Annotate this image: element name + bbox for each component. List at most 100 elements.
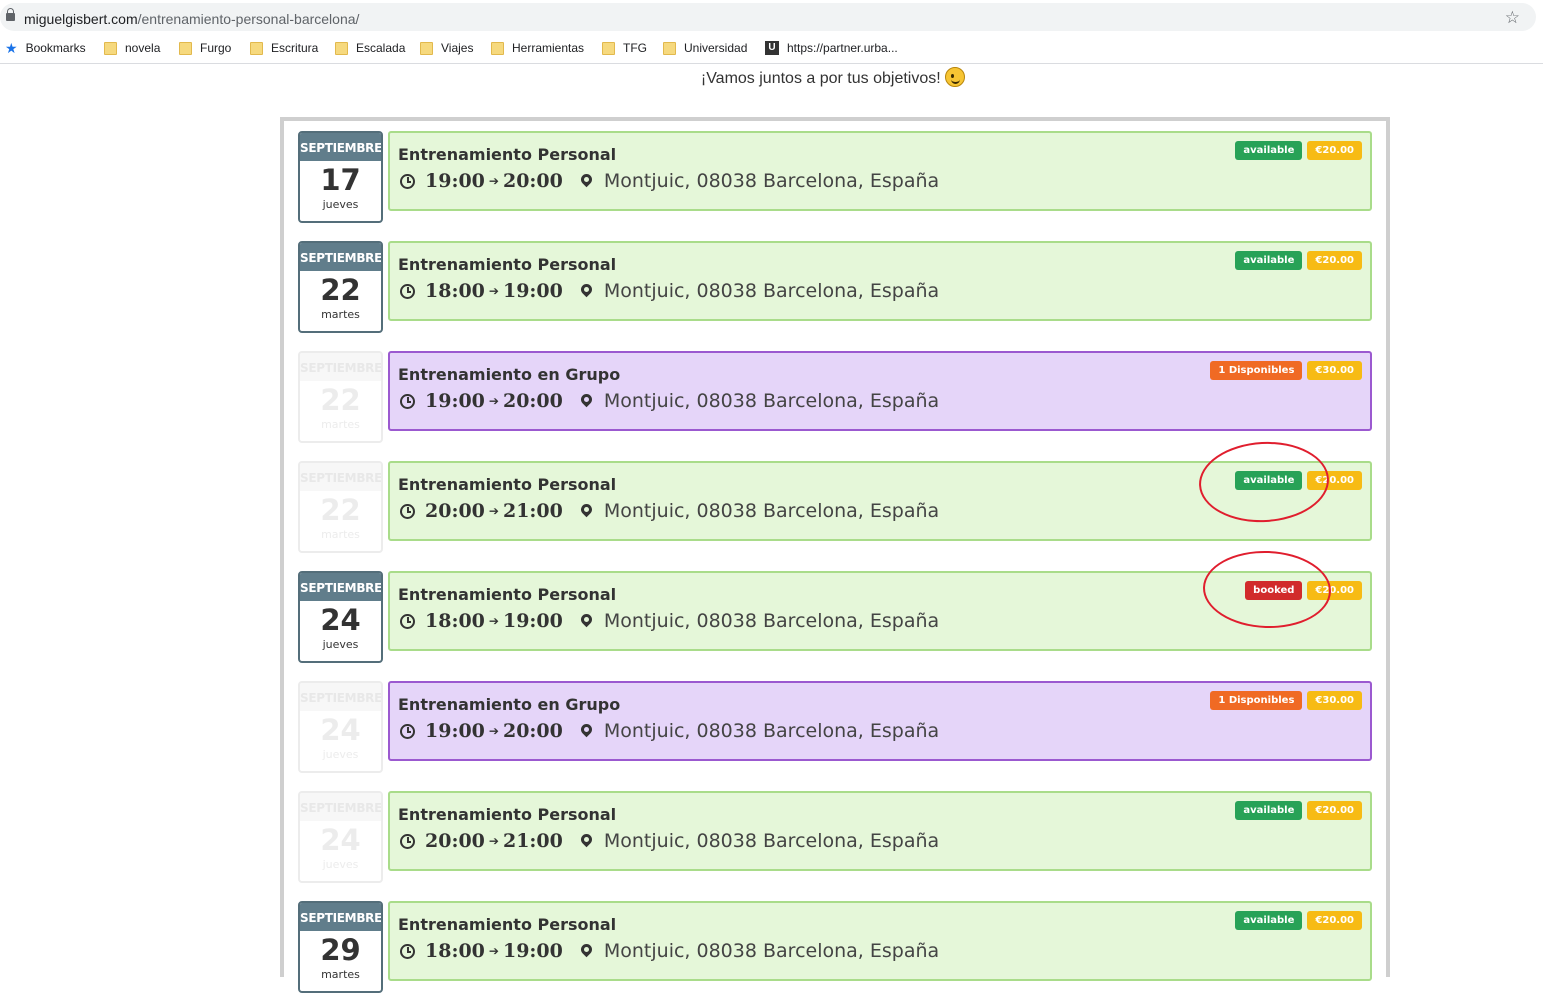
date-month: SEPTIEMBRE <box>300 353 381 381</box>
clock-icon <box>400 393 415 409</box>
date-day: 24 <box>320 713 361 747</box>
price-badge: €20.00 <box>1307 801 1362 820</box>
folder-icon <box>491 41 504 55</box>
bookmark-viajes[interactable]: Viajes <box>420 41 473 55</box>
clock-icon <box>400 833 415 849</box>
date-day: 22 <box>320 273 361 307</box>
event-start-time: 19:00 <box>425 390 485 412</box>
clock-icon <box>400 503 415 519</box>
folder-icon <box>420 41 433 55</box>
bookmark-universidad[interactable]: Universidad <box>663 41 747 55</box>
date-month: SEPTIEMBRE <box>300 573 381 601</box>
date-day: 22 <box>320 493 361 527</box>
price-badge: €30.00 <box>1307 361 1362 380</box>
event-start-time: 19:00 <box>425 720 485 742</box>
bookmark-label: novela <box>125 41 161 55</box>
price-badge: €20.00 <box>1307 141 1362 160</box>
arrow-right-icon: ➔ <box>488 394 499 408</box>
status-badge: available <box>1235 141 1303 160</box>
bookmark-label: Viajes <box>441 41 474 55</box>
clock-icon <box>400 613 415 629</box>
url-field[interactable]: miguelgisbert.com/entrenamiento-personal… <box>0 3 1536 31</box>
date-weekday: martes <box>321 968 360 981</box>
clock-icon <box>400 943 415 959</box>
event-meta: 20:00 ➔ 21:00 Montjuic, 08038 Barcelona, Es… <box>400 830 939 852</box>
event-start-time: 20:00 <box>425 830 485 852</box>
event-end-time: 19:00 <box>502 610 563 632</box>
event-card[interactable]: Entrenamiento Personal 20:00 ➔ 21:00 Montjui… <box>388 791 1372 871</box>
date-day: 22 <box>320 383 361 417</box>
date-weekday: jueves <box>322 858 359 871</box>
event-start-time: 20:00 <box>425 500 485 522</box>
event-location: Montjuic, 08038 Barcelona, España <box>603 500 940 522</box>
date-weekday: jueves <box>322 638 359 651</box>
event-badges: available €20.00 <box>1235 801 1362 820</box>
bookmark-furgo[interactable]: Furgo <box>179 41 231 55</box>
site-favicon-icon: U <box>765 41 779 55</box>
bookmark-label: Universidad <box>684 41 748 55</box>
map-pin-icon <box>578 171 595 187</box>
url-text: miguelgisbert.com/entrenamiento-personal… <box>24 11 360 27</box>
bookmark-bookmarks[interactable]: ★ Bookmarks <box>5 41 86 55</box>
bookmark-partner[interactable]: Uhttps://partner.urba... <box>765 41 898 55</box>
arrow-right-icon: ➔ <box>488 504 499 518</box>
date-month: SEPTIEMBRE <box>300 683 381 711</box>
event-meta: 18:00 ➔ 19:00 Montjuic, 08038 Barcelona, Es… <box>400 940 939 962</box>
event-card[interactable]: Entrenamiento Personal 18:00 ➔ 19:00 Montjui… <box>388 241 1372 321</box>
bookmark-escalada[interactable]: Escalada <box>335 41 405 55</box>
event-title: Entrenamiento Personal <box>398 915 617 934</box>
event-title: Entrenamiento Personal <box>398 255 617 274</box>
folder-icon <box>250 41 263 55</box>
event-meta: 18:00 ➔ 19:00 Montjuic, 08038 Barcelona, Es… <box>400 610 939 632</box>
event-end-time: 19:00 <box>502 940 563 962</box>
date-badge: SEPTIEMBRE 24 jueves <box>298 571 383 663</box>
date-day: 17 <box>320 163 361 197</box>
bookmark-escritura[interactable]: Escritura <box>250 41 318 55</box>
event-row: SEPTIEMBRE 24 jueves Entrenamiento Personal… <box>298 791 1372 883</box>
event-card[interactable]: Entrenamiento en Grupo 19:00 ➔ 20:00 Montjui… <box>388 681 1372 761</box>
price-badge: €20.00 <box>1307 911 1362 930</box>
event-row: SEPTIEMBRE 22 martes Entrenamiento Personal… <box>298 241 1372 333</box>
folder-icon <box>104 41 117 55</box>
event-meta: 20:00 ➔ 21:00 Montjuic, 08038 Barcelona, Es… <box>400 500 939 522</box>
event-card[interactable]: Entrenamiento Personal 19:00 ➔ 20:00 Montjui… <box>388 131 1372 211</box>
event-start-time: 19:00 <box>425 170 485 192</box>
status-badge: available <box>1235 251 1303 270</box>
bookmark-herramientas[interactable]: Herramientas <box>491 41 584 55</box>
bookmark-label: Escalada <box>356 41 406 55</box>
event-card[interactable]: Entrenamiento Personal 18:00 ➔ 19:00 Montjui… <box>388 901 1372 981</box>
event-badges: available €20.00 <box>1235 141 1362 160</box>
bookmark-label: TFG <box>623 41 647 55</box>
bookmark-star-icon[interactable]: ☆ <box>1505 8 1520 28</box>
event-end-time: 21:00 <box>502 500 563 522</box>
date-weekday: martes <box>321 528 360 541</box>
status-badge: 1 Disponibles <box>1210 361 1303 380</box>
date-weekday: jueves <box>322 748 359 761</box>
event-card[interactable]: Entrenamiento en Grupo 19:00 ➔ 20:00 Montjui… <box>388 351 1372 431</box>
map-pin-icon <box>578 721 595 737</box>
event-row: SEPTIEMBRE 24 jueves Entrenamiento en Grupo… <box>298 681 1372 773</box>
arrow-right-icon: ➔ <box>488 834 499 848</box>
event-row: SEPTIEMBRE 17 jueves Entrenamiento Personal… <box>298 131 1372 223</box>
event-meta: 19:00 ➔ 20:00 Montjuic, 08038 Barcelona, Es… <box>400 170 939 192</box>
date-weekday: martes <box>321 308 360 321</box>
bookmark-label: Furgo <box>200 41 232 55</box>
event-end-time: 20:00 <box>502 170 563 192</box>
event-badges: available €20.00 <box>1235 911 1362 930</box>
date-badge: SEPTIEMBRE 17 jueves <box>298 131 383 223</box>
event-end-time: 20:00 <box>502 390 563 412</box>
folder-icon <box>179 41 192 55</box>
bookmark-novela[interactable]: novela <box>104 41 160 55</box>
date-day: 24 <box>320 603 361 637</box>
bookmark-tfg[interactable]: TFG <box>602 41 647 55</box>
tagline-text: ¡Vamos juntos a por tus objetivos! <box>700 70 941 87</box>
date-month: SEPTIEMBRE <box>300 903 381 931</box>
event-meta: 19:00 ➔ 20:00 Montjuic, 08038 Barcelona, Es… <box>400 720 939 742</box>
price-badge: €30.00 <box>1307 691 1362 710</box>
arrow-right-icon: ➔ <box>488 724 499 738</box>
status-badge: 1 Disponibles <box>1210 691 1303 710</box>
event-badges: 1 Disponibles €30.00 <box>1210 691 1362 710</box>
map-pin-icon <box>578 941 595 957</box>
price-badge: €20.00 <box>1307 251 1362 270</box>
date-badge: SEPTIEMBRE 22 martes <box>298 351 383 443</box>
